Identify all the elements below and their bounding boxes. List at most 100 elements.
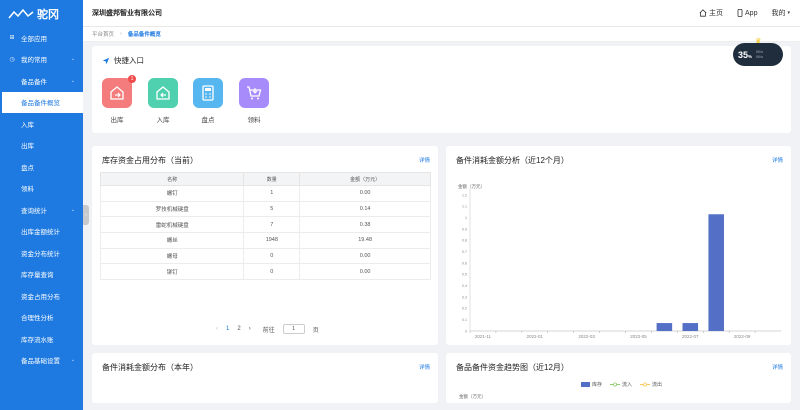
legend-label: 流出 [652,382,663,388]
sidebar-item[interactable]: 库存量查询 [0,264,83,286]
legend-swatch [610,382,621,387]
network-speed-widget[interactable]: ♛ 35% 0K/s 0K/s [733,38,783,66]
y-tick-label: 0.9 [462,227,467,231]
table-cell: 7 [243,216,301,234]
widget-percent: 35% [738,49,753,60]
breadcrumb-root[interactable]: 平台首页 [92,30,114,38]
table-cell: 罗技机械键盘 [99,200,245,218]
upload-speed: 0K/s [756,49,764,54]
table-row[interactable]: 雷蛇机械键盘 7 0.38 [99,216,431,234]
sidebar-item[interactable]: 盘点 [0,156,83,178]
sidebar-item-label: 我的常用 [21,57,47,65]
sidebar-item[interactable]: 入库 [0,113,83,135]
goto-page-input[interactable]: 1 [282,324,305,334]
sidebar-item[interactable]: 查询统计 ⌄ [0,199,83,221]
user-menu[interactable]: 我的 ▾ [771,8,790,18]
column-header[interactable]: 数量 [243,172,301,186]
legend-item[interactable]: 流入 [610,381,632,388]
bar [656,323,673,331]
app-link[interactable]: App [737,9,757,17]
table-cell: 0.00 [299,263,431,281]
sidebar-item-label: 领料 [21,186,34,194]
sidebar-item[interactable]: 备品备件 ⌄ [0,70,83,92]
chart-ylabel: 金额（万元） [458,183,485,190]
sidebar-item[interactable]: 资金分布统计 [0,242,83,264]
table-row[interactable]: 螺母 0 0.00 [99,247,431,265]
sidebar-item[interactable]: 备品备件概览 [0,91,83,113]
table-row[interactable]: 罗技机械键盘 5 0.14 [99,200,431,218]
table-cell: 螺钉 [99,185,245,202]
chevron-down-icon: ▾ [787,10,790,16]
send-icon [102,57,110,64]
sidebar-item-label: 出库 [21,143,34,151]
y-tick-label: 0.6 [462,261,467,265]
sidebar-item-label: 查询统计 [21,207,47,215]
quick-entry-label: 领料 [247,117,261,124]
page-2-button[interactable]: 2 [237,326,240,332]
x-tick-label: 2022-01 [527,334,544,339]
table-cell: 1948 [243,232,301,249]
breadcrumb-current: 备品备件概览 [127,32,161,38]
logo-mark-icon [8,8,34,18]
sidebar-collapse-handle[interactable]: ‹ [83,205,89,225]
legend-item[interactable]: 库存 [581,381,602,388]
quick-entry-item[interactable]: 领料 [237,78,271,124]
sidebar-item[interactable]: 合理性分析 [0,307,83,329]
y-tick-label: 0.1 [462,318,467,322]
legend-label: 流入 [622,382,633,388]
clock-icon: ◷ [9,56,15,63]
crown-icon: ♛ [755,38,762,45]
inventory-card-title: 库存资金占用分布（当前） [102,156,198,165]
sidebar-item-label: 资金分布统计 [21,250,60,258]
app-label: App [745,9,758,17]
box-out-icon: 1 [102,75,136,108]
fund-details-link[interactable]: 详情 [772,363,783,371]
sidebar-item[interactable]: 资金占用分布 [0,285,83,307]
page-1-button[interactable]: 1 [226,326,229,332]
box-in-icon [148,78,178,108]
sidebar-item[interactable]: 领料 [0,178,83,200]
download-speed: 0K/s [756,54,764,59]
chevron-down-icon: ⌄ [70,77,75,84]
sidebar-item-label: 备品基础设置 [21,358,60,366]
prev-page-button[interactable]: ‹ [216,326,218,332]
table-row[interactable]: 铆钉 0 0.00 [99,263,431,281]
grid-icon: ⊞ [9,35,15,42]
inventory-details-link[interactable]: 详情 [419,156,430,164]
sidebar-item[interactable]: 库存流水账 [0,328,83,350]
sidebar-item[interactable]: 出库 [0,135,83,157]
sidebar-item-label: 备品备件 [21,78,47,86]
column-header[interactable]: 金额（万元） [299,172,431,186]
phone-icon [737,9,743,17]
quick-entry-header: 快捷入口 [102,55,144,66]
sidebar-item[interactable]: ◷ 我的常用 ⌄ [0,49,83,71]
table-cell: 0 [243,263,301,281]
x-tick-label: 2022-03 [578,334,595,339]
sidebar-item-label: 备品备件概览 [21,100,60,108]
sidebar-item[interactable]: ⊞ 全部应用 [0,27,83,49]
year-details-link[interactable]: 详情 [419,363,430,371]
calculator-icon [193,78,223,108]
quick-entry-item[interactable]: 入库 [146,78,180,124]
home-link[interactable]: 主页 [699,8,723,18]
inventory-distribution-card: 库存资金占用分布（当前） 详情 名称 数量 金额（万元） 螺钉 1 0.00 罗技机械键盘… [92,146,438,345]
table-cell: 0.14 [299,200,431,218]
quick-entry-item[interactable]: 盘点 [191,78,225,124]
breadcrumb: 平台首页 › 备品备件概览 [83,27,800,42]
sidebar-item-label: 盘点 [21,164,34,172]
sidebar-item[interactable]: 出库金额统计 [0,221,83,243]
table-cell: 螺丝 [99,232,245,249]
legend-item[interactable]: 流出 [640,381,662,388]
x-tick-label: 2022-05 [630,334,647,339]
next-page-button[interactable]: › [249,326,251,332]
table-cell: 5 [243,200,301,218]
sidebar-item-label: 出库金额统计 [21,229,60,237]
app-logo[interactable]: 驼冈 [0,0,83,27]
table-row[interactable]: 螺钉 1 0.00 [99,185,431,202]
legend-swatch [640,382,651,387]
column-header[interactable]: 名称 [99,172,245,186]
sidebar-item[interactable]: 备品基础设置 ⌄ [0,350,83,372]
notification-badge: 1 [128,75,136,83]
table-row[interactable]: 螺丝 1948 19.48 [99,232,431,249]
quick-entry-item[interactable]: 1 出库 [100,75,136,124]
